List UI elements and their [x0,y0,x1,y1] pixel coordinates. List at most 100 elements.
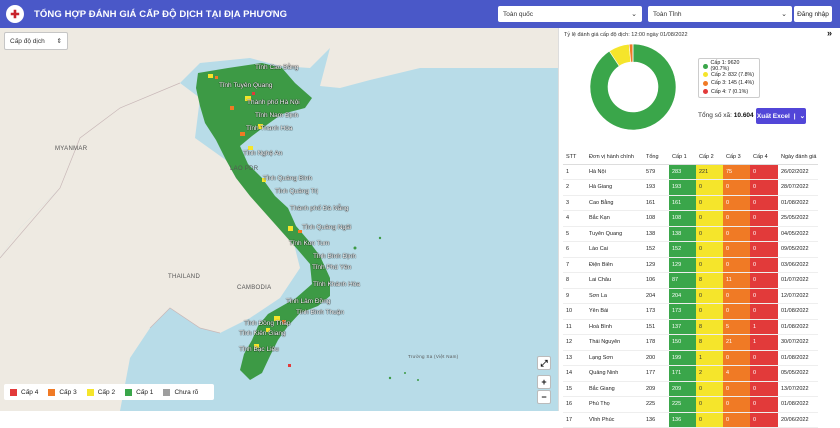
table-row[interactable]: 10Yên Bái17317300001/08/2022 [563,304,818,320]
pie-legend-label: Cấp 4: 7 (0.1%) [711,89,748,95]
table-cell: 4 [563,211,586,227]
collapse-panel-icon[interactable]: » [827,28,832,38]
level-filter-value: Cấp độ dịch [10,38,45,45]
table-cell: 0 [750,180,778,196]
column-header[interactable]: Đơn vị hành chính [586,150,643,164]
country-label: LAO PDR [230,166,258,172]
table-row[interactable]: 13Lạng Sơn20019910001/08/2022 [563,350,818,366]
table-row[interactable]: 6Lào Cai15215200009/05/2022 [563,242,818,258]
country-label: THAILAND [168,274,200,280]
legend-label: Cấp 3 [59,389,76,396]
legend-item[interactable]: Chưa rõ [163,389,198,396]
table-row[interactable]: 11Hoà Bình15113785101/08/2022 [563,319,818,335]
table-cell: 16 [563,397,586,413]
table-cell: 13 [563,350,586,366]
epidemic-map[interactable]: Cấp độ dịch ⇕ MYANMAR LAO PDR THAILAND C… [0,28,558,411]
column-header[interactable]: Cấp 3 [723,150,750,164]
table-row[interactable]: 1Hà Nội57928322175026/02/2022 [563,164,818,180]
table-row[interactable]: 5Tuyên Quang13813800004/05/2022 [563,226,818,242]
table-cell: 150 [669,335,696,351]
table-cell: 209 [669,381,696,397]
province-label[interactable]: Tỉnh Quảng Trị [275,188,318,195]
province-label[interactable]: Thành phố Đà Nẵng [290,205,349,212]
table-cell: 0 [723,211,750,227]
zoom-out-button[interactable]: − [537,390,551,404]
province-label[interactable]: Tỉnh Đồng Tháp [244,320,291,327]
legend-label: Cấp 1 [136,389,153,396]
province-label[interactable]: Tỉnh Quảng Bình [263,175,312,182]
table-cell: 25/05/2022 [778,211,818,227]
table-cell: 0 [750,381,778,397]
table-cell: 225 [669,397,696,413]
table-cell: 0 [750,366,778,382]
table-cell: 221 [696,164,723,180]
province-label[interactable]: Tỉnh Thanh Hóa [246,125,293,132]
table-cell: 30/07/2022 [778,335,818,351]
zoom-in-button[interactable]: + [537,375,551,389]
table-cell: 0 [696,304,723,320]
province-label[interactable]: Thành phố Hà Nội [247,99,300,106]
column-header[interactable]: STT [563,150,586,164]
table-cell: 0 [723,288,750,304]
table-cell: 09/05/2022 [778,242,818,258]
province-label[interactable]: Tỉnh Kon Tum [289,240,329,247]
table-row[interactable]: 3Cao Bằng16116100001/08/2022 [563,195,818,211]
table-cell: 2 [563,180,586,196]
column-header[interactable]: Ngày đánh giá [778,150,818,164]
legend-item[interactable]: Cấp 3 [48,389,76,396]
table-cell: Hà Giang [586,180,643,196]
table-row[interactable]: 12Thái Nguyên178150821130/07/2022 [563,335,818,351]
table-cell: 4 [723,366,750,382]
table-row[interactable]: 16Phú Thọ22522500001/08/2022 [563,397,818,413]
table-cell: 0 [723,397,750,413]
table-cell: 138 [643,226,669,242]
table-cell: 0 [696,226,723,242]
table-cell: 0 [750,242,778,258]
scope-select[interactable]: Toàn quốc ⌄ [498,6,642,22]
table-cell: 13/07/2022 [778,381,818,397]
table-cell: 204 [643,288,669,304]
rate-title: Tỷ lệ đánh giá cấp độ dịch: 12:00 ngày 0… [564,32,688,38]
login-button[interactable]: Đăng nhập [794,6,832,22]
legend-item[interactable]: Cấp 1 [125,389,153,396]
column-header[interactable]: Cấp 2 [696,150,723,164]
column-header[interactable]: Cấp 1 [669,150,696,164]
table-row[interactable]: 17Vĩnh Phúc13613600020/06/2022 [563,412,818,428]
province-select[interactable]: Toàn Tỉnh ⌄ [648,6,792,22]
province-label[interactable]: Tỉnh Nam Định [255,112,298,119]
table-cell: 152 [643,242,669,258]
legend-item[interactable]: Cấp 4 [10,389,38,396]
province-label[interactable]: Tỉnh Nghệ An [243,150,282,157]
table-cell: 28/07/2022 [778,180,818,196]
province-label[interactable]: Tỉnh Phú Yên [312,264,351,271]
table-row[interactable]: 4Bắc Kạn10810800025/05/2022 [563,211,818,227]
column-header[interactable]: Cấp 4 [750,150,778,164]
table-cell: 04/05/2022 [778,226,818,242]
table-row[interactable]: 15Bắc Giang20920900013/07/2022 [563,381,818,397]
table-row[interactable]: 14Quảng Ninh17717124005/05/2022 [563,366,818,382]
fullscreen-button[interactable]: ⤢ [537,356,551,370]
province-label[interactable]: Tỉnh Bình Định [313,253,356,260]
province-label[interactable]: Tỉnh Bình Thuận [296,309,344,316]
table-row[interactable]: 8Lai Châu10687811001/07/2022 [563,273,818,289]
province-label[interactable]: Tỉnh Quảng Ngãi [302,224,351,231]
table-row[interactable]: 9Sơn La20420400012/07/2022 [563,288,818,304]
table-cell: 108 [643,211,669,227]
export-excel-button[interactable]: Xuất Excel | ⌄ [756,108,806,124]
province-label[interactable]: Tỉnh Bạc Liêu [239,346,279,353]
table-row[interactable]: 7Điện Biên12912900003/06/2022 [563,257,818,273]
province-label[interactable]: Tỉnh Kiên Giang [239,330,286,337]
table-cell: Cao Bằng [586,195,643,211]
province-label[interactable]: Tỉnh Cao Bằng [255,64,298,71]
level-filter-select[interactable]: Cấp độ dịch ⇕ [4,32,68,50]
table-cell: Thái Nguyên [586,335,643,351]
table-row[interactable]: 2Hà Giang19319300028/07/2022 [563,180,818,196]
province-label[interactable]: Tỉnh Khánh Hòa [313,281,360,288]
province-label[interactable]: Tỉnh Lâm Đồng [286,298,330,305]
province-label[interactable]: Tỉnh Tuyên Quang [219,82,272,89]
legend-item[interactable]: Cấp 2 [87,389,115,396]
pie-legend-item: Cấp 3: 145 (1.4%) [703,79,755,88]
export-excel-label: Xuất Excel [757,113,790,120]
column-header[interactable]: Tổng [643,150,669,164]
table-cell: 0 [750,397,778,413]
